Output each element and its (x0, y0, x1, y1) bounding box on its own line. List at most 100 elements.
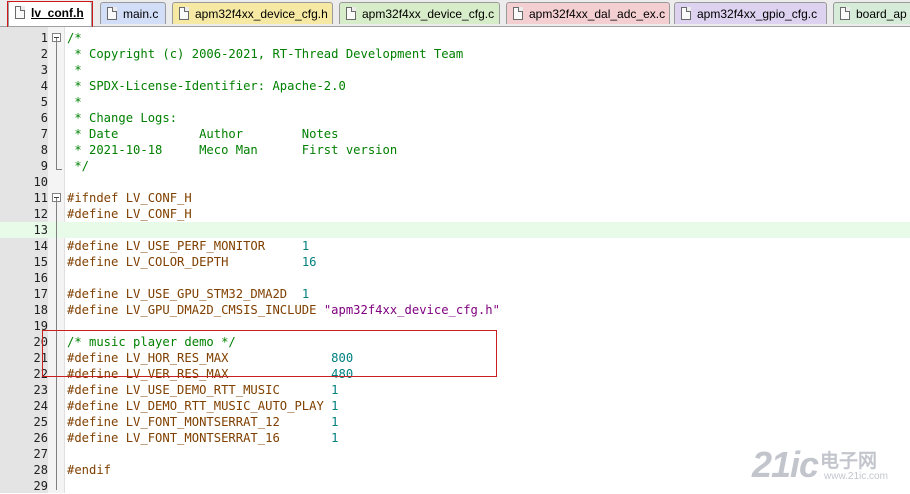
line-number: 27 (33, 447, 48, 461)
code-token: */ (67, 159, 90, 173)
file-icon (681, 7, 691, 20)
code-line[interactable]: 12 #define LV_CONF_H (0, 206, 910, 222)
code-line[interactable]: 15 #define LV_COLOR_DEPTH 16 (0, 254, 910, 270)
line-number: 1 (40, 31, 48, 45)
code-token: #endif (67, 463, 112, 477)
code-token: * Change Logs: (67, 111, 178, 125)
code-token: 1 (331, 415, 339, 429)
tab-label: apm32f4xx_dal_adc_ex.c (529, 7, 666, 21)
code-token: * (67, 63, 82, 77)
line-number: 16 (33, 271, 48, 285)
code-line[interactable]: 17 #define LV_USE_GPU_STM32_DMA2D 1 (0, 286, 910, 302)
tab-apm32f4xx-device-cfg-h[interactable]: apm32f4xx_device_cfg.h (172, 2, 333, 24)
line-number: 8 (40, 143, 48, 157)
line-number: 28 (33, 463, 48, 477)
line-number: 3 (40, 63, 48, 77)
code-text: * (67, 62, 82, 78)
tab-apm32f4xx-device-cfg-c[interactable]: apm32f4xx_device_cfg.c (339, 2, 500, 24)
line-number: 18 (33, 303, 48, 317)
code-text: * 2021-10-18 Meco Man First version (67, 142, 397, 158)
code-line[interactable]: 23 #define LV_USE_DEMO_RTT_MUSIC 1 (0, 382, 910, 398)
code-token: 16 (301, 255, 317, 269)
line-number: 21 (33, 351, 48, 365)
tab-apm32f4xx-dal-adc-ex-c[interactable]: apm32f4xx_dal_adc_ex.c (506, 2, 670, 24)
code-line[interactable]: 16 (0, 270, 910, 286)
code-token: 1 (331, 399, 339, 413)
line-number: 4 (40, 79, 48, 93)
code-token: #define LV_GPU_DMA2D_CMSIS_INCLUDE (67, 303, 324, 317)
code-text: #define LV_COLOR_DEPTH 16 (67, 254, 317, 270)
file-icon (346, 7, 356, 20)
code-text: * SPDX-License-Identifier: Apache-2.0 (67, 78, 346, 94)
code-token: #define LV_FONT_MONTSERRAT_16 (67, 431, 332, 445)
file-icon (179, 7, 189, 20)
code-token: "apm32f4xx_device_cfg.h" (323, 303, 500, 317)
tab-label: main.c (123, 7, 159, 21)
code-line[interactable]: 2 * Copyright (c) 2006-2021, RT-Thread D… (0, 46, 910, 62)
code-line[interactable]: 25 #define LV_FONT_MONTSERRAT_12 1 (0, 414, 910, 430)
code-line[interactable]: 1 /* (0, 30, 910, 46)
code-text: #ifndef LV_CONF_H (67, 190, 192, 206)
code-line[interactable]: 9 */ (0, 158, 910, 174)
line-number: 17 (33, 287, 48, 301)
code-line[interactable]: 5 * (0, 94, 910, 110)
code-line[interactable]: 13 (0, 222, 910, 238)
code-text: /* (67, 30, 82, 46)
code-line[interactable]: 10 (0, 174, 910, 190)
tab-bar: lv_conf.h main.c apm32f4xx_device_cfg.h apm… (0, 0, 910, 27)
line-number: 9 (40, 159, 48, 173)
code-text: #define LV_CONF_H (67, 206, 192, 222)
watermark-cn: 电子网 (820, 451, 878, 472)
code-text: #define LV_VER_RES_MAX 480 (67, 366, 353, 382)
tab-main-c[interactable]: main.c (100, 2, 166, 24)
line-number: 5 (40, 95, 48, 109)
tab-board-ap[interactable]: board_ap (833, 2, 910, 24)
code-text: #define LV_HOR_RES_MAX 800 (67, 350, 353, 366)
file-icon (15, 6, 25, 19)
code-text: * (67, 94, 81, 110)
fold-end-comment (56, 169, 62, 170)
line-number: 15 (33, 255, 48, 269)
line-number: 14 (33, 239, 48, 253)
code-text: */ (67, 158, 89, 174)
code-line[interactable]: 8 * 2021-10-18 Meco Man First version (0, 142, 910, 158)
code-line[interactable]: 24 #define LV_DEMO_RTT_MUSIC_AUTO_PLAY 1 (0, 398, 910, 414)
code-line[interactable]: 7 * Date Author Notes (0, 126, 910, 142)
code-text: #define LV_FONT_MONTSERRAT_16 1 (67, 430, 339, 446)
code-line[interactable]: 18 #define LV_GPU_DMA2D_CMSIS_INCLUDE "ap… (0, 302, 910, 318)
code-text: #define LV_USE_GPU_STM32_DMA2D 1 (67, 286, 309, 302)
code-text: /* music player demo */ (67, 334, 236, 350)
line-number: 12 (33, 207, 48, 221)
tab-label: apm32f4xx_device_cfg.c (362, 7, 495, 21)
code-token: 1 (301, 239, 310, 253)
fold-guide-comment (56, 38, 57, 169)
code-line[interactable]: 21 #define LV_HOR_RES_MAX 800 (0, 350, 910, 366)
code-text: #define LV_FONT_MONTSERRAT_12 1 (67, 414, 339, 430)
code-token: /* (67, 31, 82, 45)
code-line[interactable]: 6 * Change Logs: (0, 110, 910, 126)
code-token: 480 (331, 367, 354, 381)
code-text: * Copyright (c) 2006-2021, RT-Thread Dev… (67, 46, 463, 62)
code-token: #define LV_USE_DEMO_RTT_MUSIC (67, 383, 332, 397)
code-line[interactable]: 19 (0, 318, 910, 334)
tab-apm32f4xx-gpio-cfg-c[interactable]: apm32f4xx_gpio_cfg.c (674, 2, 827, 24)
code-line[interactable]: 3 * (0, 62, 910, 78)
code-line[interactable]: 20 /* music player demo */ (0, 334, 910, 350)
code-line[interactable]: 22 #define LV_VER_RES_MAX 480 (0, 366, 910, 382)
code-line[interactable]: 11 #ifndef LV_CONF_H (0, 190, 910, 206)
code-token: #define LV_HOR_RES_MAX (67, 351, 332, 365)
file-icon (107, 7, 117, 20)
code-token: #define LV_CONF_H (67, 207, 192, 221)
code-token: #define LV_VER_RES_MAX (67, 367, 332, 381)
code-line[interactable]: 14 #define LV_USE_PERF_MONITOR 1 (0, 238, 910, 254)
line-number: 13 (33, 223, 48, 237)
code-line[interactable]: 4 * SPDX-License-Identifier: Apache-2.0 (0, 78, 910, 94)
code-token: #define LV_COLOR_DEPTH (67, 255, 302, 269)
line-number: 26 (33, 431, 48, 445)
code-editor[interactable]: 1 /* 2 * Copyright (c) 2006-2021, RT-Threa… (0, 27, 910, 493)
code-token: #define LV_USE_GPU_STM32_DMA2D (67, 287, 302, 301)
tab-lv-conf-h[interactable]: lv_conf.h (8, 1, 92, 26)
code-token: #define LV_DEMO_RTT_MUSIC_AUTO_PLAY (67, 399, 332, 413)
code-text: #endif (67, 462, 111, 478)
code-text: #define LV_GPU_DMA2D_CMSIS_INCLUDE "apm3… (67, 302, 500, 318)
